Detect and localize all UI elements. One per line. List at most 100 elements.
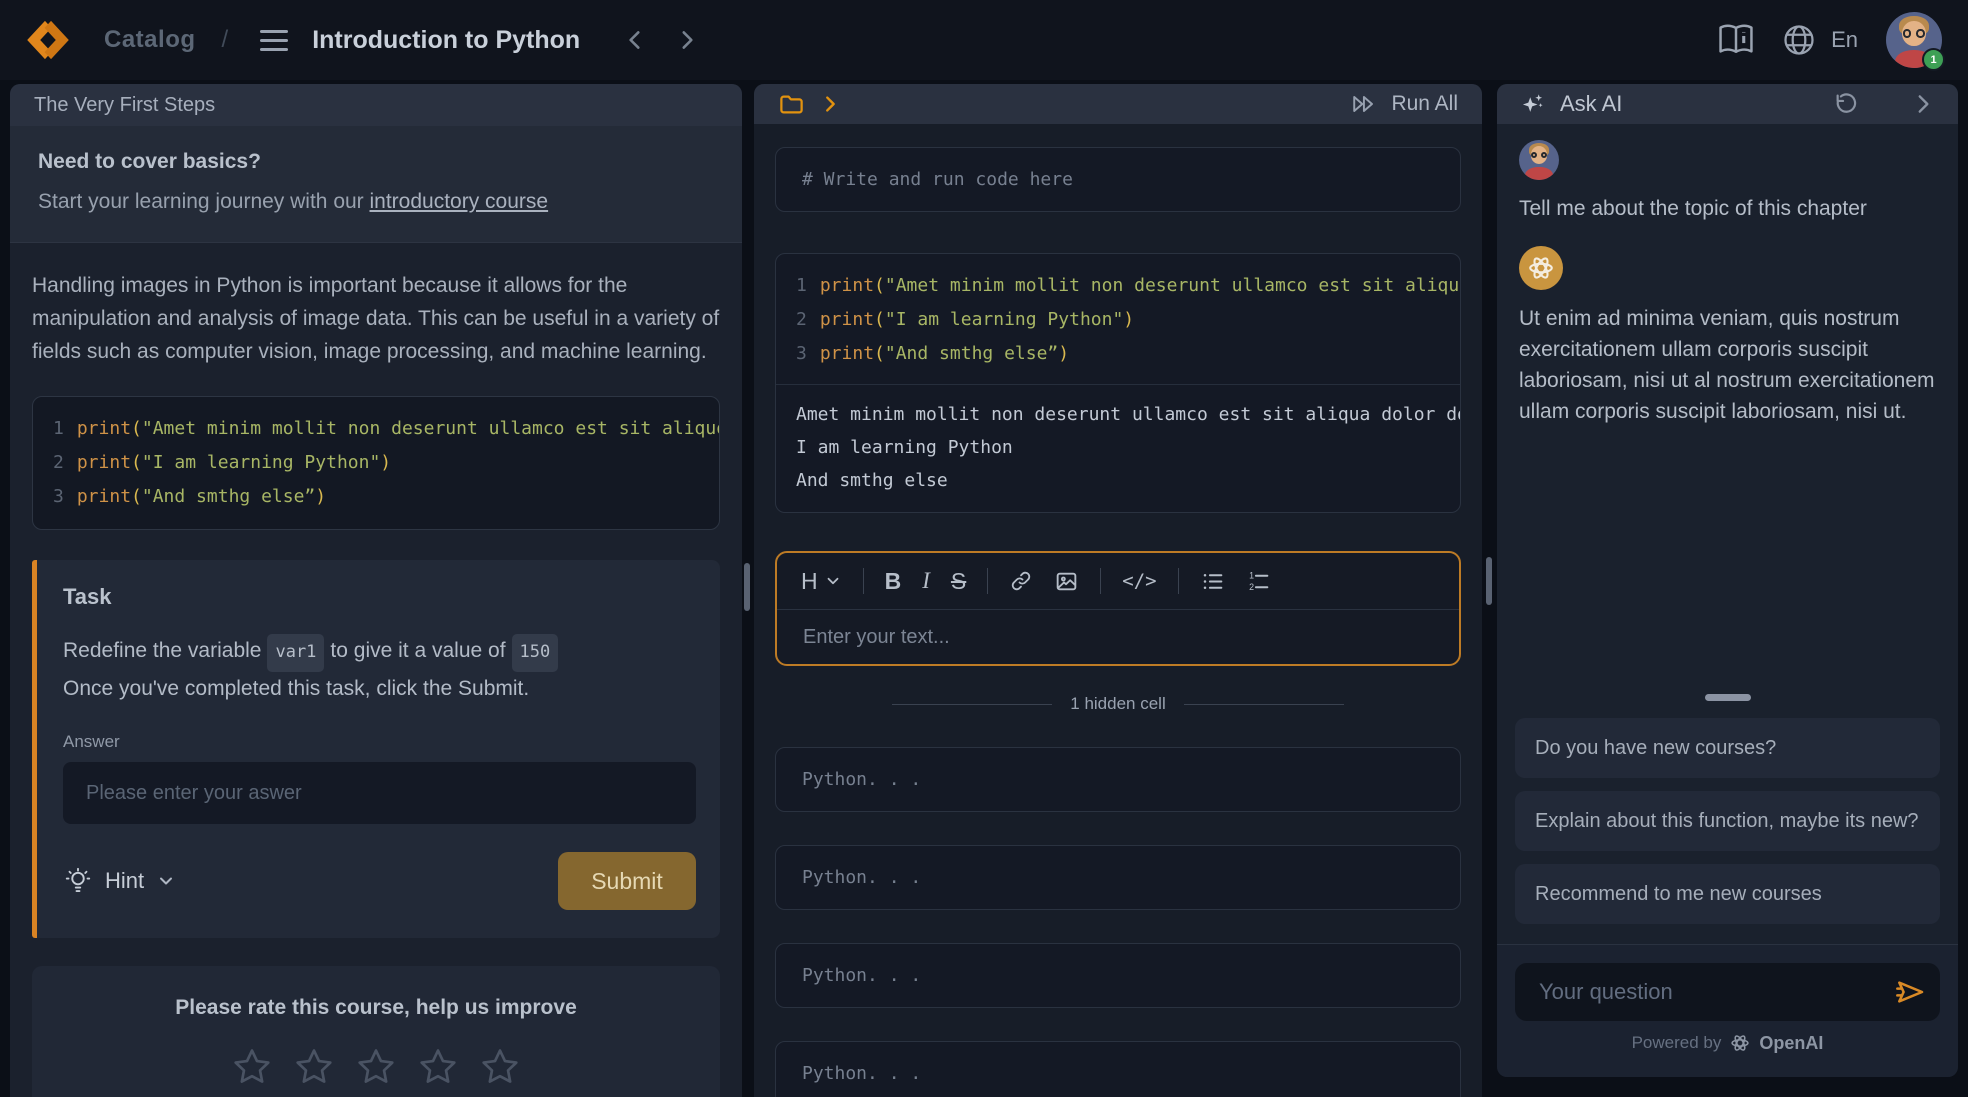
openai-avatar <box>1519 246 1563 290</box>
folder-icon[interactable] <box>778 91 805 118</box>
resize-handle[interactable] <box>1705 694 1751 701</box>
line-number: 1 <box>796 275 807 296</box>
task-card: Task Redefine the variablevar1to give it… <box>32 560 720 938</box>
breadcrumb-catalog[interactable]: Catalog <box>104 26 196 54</box>
scratch-cell[interactable]: # Write and run code here <box>775 147 1461 212</box>
hidden-cell-label: 1 hidden cell <box>1070 694 1165 714</box>
notebook-panel: Run All # Write and run code here 1print… <box>754 84 1482 1097</box>
line-number: 3 <box>53 486 64 507</box>
task-heading: Task <box>63 584 696 610</box>
svg-text:1: 1 <box>1249 570 1254 580</box>
intro-paragraph: Handling images in Python is important b… <box>32 269 720 368</box>
send-button[interactable] <box>1894 976 1926 1008</box>
divider-line <box>892 704 1052 705</box>
top-bar: Catalog / Introduction to Python En 1 <box>0 0 1968 80</box>
star-icon[interactable] <box>415 1044 461 1090</box>
rich-text-input[interactable] <box>777 610 1459 664</box>
output-line: I am learning Python <box>776 431 1460 464</box>
line-number: 2 <box>796 309 807 330</box>
brand-logo-icon[interactable] <box>22 14 74 66</box>
hidden-cell-divider[interactable]: 1 hidden cell <box>775 694 1461 714</box>
ask-ai-panel: Ask AI Tell me about the topic of this c… <box>1497 84 1958 1077</box>
hint-button[interactable]: Hint <box>63 866 176 896</box>
svg-text:2: 2 <box>1249 581 1254 591</box>
run-all-button[interactable]: Run All <box>1351 92 1458 116</box>
divider-line <box>1184 704 1344 705</box>
submit-button[interactable]: Submit <box>558 852 696 910</box>
basics-callout: Need to cover basics? Start your learnin… <box>10 126 742 243</box>
task-instruction: Once you've completed this task, click t… <box>63 677 529 700</box>
code-snippet-button[interactable]: </> <box>1122 570 1156 592</box>
answer-input[interactable] <box>63 762 696 824</box>
introductory-course-link[interactable]: introductory course <box>370 190 549 213</box>
chevron-down-icon <box>824 572 842 590</box>
handbook-icon[interactable] <box>1717 23 1755 57</box>
bullet-list-button[interactable] <box>1200 569 1225 594</box>
star-icon[interactable] <box>291 1044 337 1090</box>
python-cell[interactable]: Python. . . <box>775 845 1461 910</box>
code-line: 3print("And smthg else”) <box>776 337 1460 371</box>
numbered-list-icon: 1 2 <box>1246 569 1271 594</box>
chat-thread: Tell me about the topic of this chapter … <box>1497 124 1958 427</box>
chevron-down-icon <box>156 871 176 891</box>
topbar-right: En 1 <box>1717 12 1968 68</box>
text-editor-cell: H B I S <box>775 551 1461 666</box>
user-avatar[interactable]: 1 <box>1886 12 1942 68</box>
python-cell[interactable]: Python. . . <box>775 943 1461 1008</box>
code-line: 2print("I am learning Python") <box>776 303 1460 337</box>
notebook-cells: # Write and run code here 1print("Amet m… <box>754 147 1482 1097</box>
bold-button[interactable]: B <box>885 568 902 595</box>
suggestion-chip[interactable]: Explain about this function, maybe its n… <box>1515 791 1940 851</box>
star-icon[interactable] <box>229 1044 275 1090</box>
chapters-menu-icon[interactable] <box>260 30 288 51</box>
code-line: 3print("And smthg else”) <box>33 480 719 514</box>
send-icon <box>1894 976 1926 1008</box>
strikethrough-button[interactable]: S <box>951 568 966 595</box>
sparkles-icon <box>1519 91 1546 118</box>
user-chat-avatar <box>1519 140 1559 180</box>
code-cell[interactable]: 1print("Amet minim mollit non deserunt u… <box>775 253 1461 513</box>
notebook-header: Run All <box>754 84 1482 124</box>
python-cell[interactable]: Python. . . <box>775 747 1461 812</box>
course-title: Introduction to Python <box>312 26 580 55</box>
theory-code-block: 1print("Amet minim mollit non deserunt u… <box>32 396 720 530</box>
suggestion-chip[interactable]: Recommend to me new courses <box>1515 864 1940 924</box>
scrollbar-thumb[interactable] <box>744 563 750 611</box>
language-label[interactable]: En <box>1831 27 1858 53</box>
link-button[interactable] <box>1009 569 1033 593</box>
line-number: 2 <box>53 452 64 473</box>
line-number: 1 <box>53 418 64 439</box>
question-input[interactable] <box>1515 963 1940 1021</box>
language-globe-icon[interactable] <box>1781 22 1817 58</box>
star-icon[interactable] <box>477 1044 523 1090</box>
heading-button[interactable]: H <box>801 568 842 595</box>
run-all-icon <box>1351 92 1379 116</box>
chapter-header: The Very First Steps <box>10 84 742 126</box>
rating-stars <box>52 1044 700 1090</box>
value-chip: 150 <box>512 634 559 672</box>
chapter-title: The Very First Steps <box>34 94 215 117</box>
collapse-panel-icon[interactable] <box>1910 91 1936 117</box>
breadcrumb-separator: / <box>222 26 229 54</box>
breadcrumb-chevron-icon <box>819 93 841 115</box>
code-line: 2print("I am learning Python") <box>33 446 719 480</box>
editor-toolbar: H B I S <box>777 553 1459 610</box>
python-cell[interactable]: Python. . . <box>775 1041 1461 1097</box>
suggestion-chip[interactable]: Do you have new courses? <box>1515 718 1940 778</box>
next-chapter-icon[interactable] <box>674 27 700 53</box>
bullet-list-icon <box>1200 569 1225 594</box>
toolbar-divider <box>1178 568 1179 594</box>
numbered-list-button[interactable]: 1 2 <box>1246 569 1271 594</box>
image-button[interactable] <box>1054 569 1079 594</box>
ask-ai-footer: Powered by OpenAI <box>1497 944 1958 1077</box>
prev-chapter-icon[interactable] <box>622 27 648 53</box>
scrollbar-thumb[interactable] <box>1486 557 1492 605</box>
reset-chat-icon[interactable] <box>1832 91 1858 117</box>
italic-button[interactable]: I <box>922 568 930 594</box>
star-icon[interactable] <box>353 1044 399 1090</box>
code-editor[interactable]: 1print("Amet minim mollit non deserunt u… <box>776 254 1460 385</box>
cell-output: Amet minim mollit non deserunt ullamco e… <box>776 385 1460 512</box>
openai-logo-icon <box>1526 253 1556 283</box>
theory-content: Handling images in Python is important b… <box>10 269 742 1097</box>
output-line: And smthg else <box>776 464 1460 497</box>
